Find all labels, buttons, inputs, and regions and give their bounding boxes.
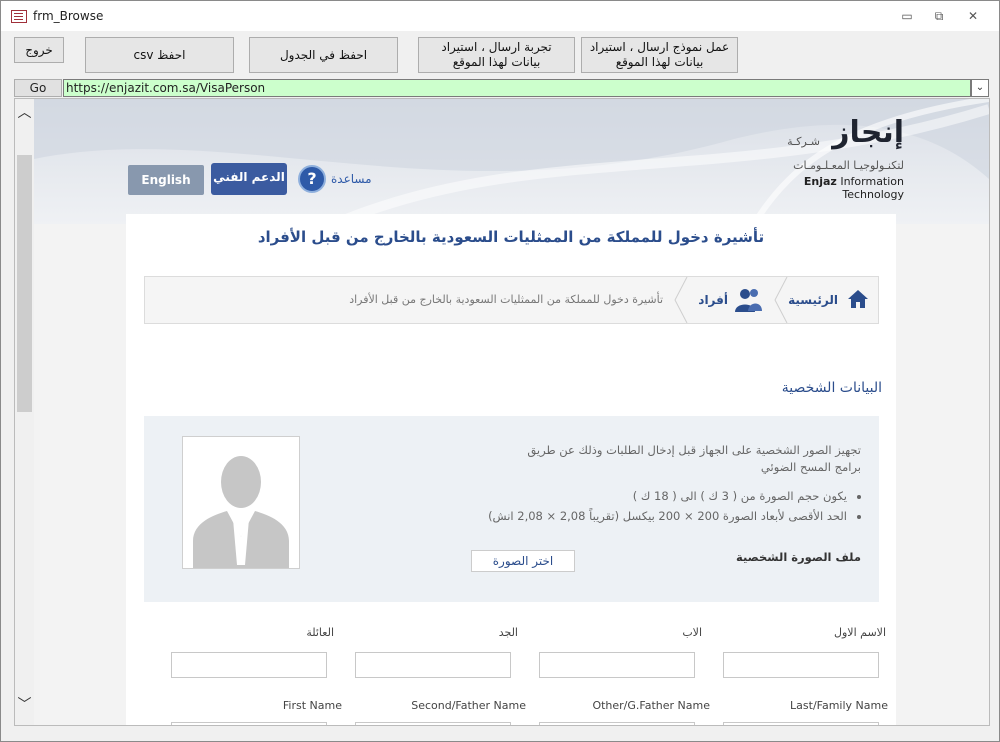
window-title: frm_Browse [33, 9, 104, 23]
close-icon[interactable]: ✕ [961, 7, 985, 25]
page-header: شـركـة إنجاز لتكنـولوجيـا المعـلـومـات E… [34, 99, 989, 224]
logo-english: Enjaz Information Technology [803, 175, 904, 201]
grandfather-name-ar-label: الجد [498, 626, 518, 639]
save-csv-button[interactable]: احفظ csv [85, 37, 234, 73]
grandfather-name-en-label: Other/G.Father Name [592, 699, 710, 712]
person-silhouette-icon [193, 456, 289, 568]
page-title: تأشيرة دخول للمملكة من الممثليات السعودي… [257, 228, 765, 246]
technical-support-button[interactable]: الدعم الفني [211, 163, 287, 195]
home-icon[interactable] [847, 288, 869, 310]
grandfather-name-en-field[interactable] [539, 722, 695, 725]
enjaz-logo[interactable]: شـركـة إنجاز لتكنـولوجيـا المعـلـومـات E… [754, 115, 904, 201]
avatar-placeholder [182, 436, 300, 569]
title-bar: frm_Browse ▭ ⧉ ✕ [1, 1, 999, 31]
first-name-ar-label: الاسم الاول [834, 626, 886, 639]
photo-file-label: ملف الصورة الشخصية [736, 550, 861, 564]
father-name-en-label: Second/Father Name [411, 699, 526, 712]
english-language-button[interactable]: English [128, 165, 204, 195]
exit-button[interactable]: خروج [14, 37, 64, 63]
chevron-down-icon[interactable]: ⌄ [971, 79, 989, 97]
web-page: شـركـة إنجاز لتكنـولوجيـا المعـلـومـات E… [34, 99, 989, 725]
first-name-ar-field[interactable] [723, 652, 879, 678]
photo-instructions: تجهيز الصور الشخصية على الجهاز قبل إدخال… [527, 443, 861, 474]
breadcrumb: الرئيسية أفراد تأشيرة دخول للمملكة من ال… [144, 276, 879, 324]
father-name-ar-field[interactable] [539, 652, 695, 678]
breadcrumb-home-link[interactable]: الرئيسية [788, 293, 838, 307]
restore-icon[interactable]: ⧉ [927, 7, 951, 25]
go-button[interactable]: Go [14, 79, 62, 97]
personal-data-heading: البيانات الشخصية [781, 380, 882, 396]
main-content: تأشيرة دخول للمملكة من الممثليات السعودي… [126, 214, 896, 725]
url-input[interactable]: https://enjazit.com.sa/VisaPerson [63, 79, 971, 97]
address-bar: Go https://enjazit.com.sa/VisaPerson ⌄ [1, 79, 999, 97]
help-icon[interactable]: ? [298, 165, 326, 193]
breadcrumb-separator-icon [774, 277, 788, 323]
help-link[interactable]: مساعدة [331, 172, 372, 186]
test-send-button[interactable]: تجربة ارسال ، استيراد بيانات لهذا الموقع [418, 37, 575, 73]
father-name-en-field[interactable] [355, 722, 511, 725]
choose-photo-button[interactable]: اختر الصورة [471, 550, 575, 572]
app-window: frm_Browse ▭ ⧉ ✕ خروج احفظ csv احفظ في ا… [0, 0, 1000, 742]
breadcrumb-separator-icon [674, 277, 688, 323]
last-name-en-label: Last/Family Name [790, 699, 888, 712]
list-item: الحد الأقصى لأبعاد الصورة 200 × 200 بيكس… [447, 506, 847, 526]
family-name-ar-field[interactable] [171, 652, 327, 678]
logo-subtitle: لتكنـولوجيـا المعـلـومـات [793, 159, 904, 172]
first-name-en-field[interactable] [171, 722, 327, 725]
scroll-up-icon[interactable]: ︿ [15, 103, 34, 123]
family-name-ar-label: العائلة [306, 626, 334, 639]
breadcrumb-current: تأشيرة دخول للمملكة من الممثليات السعودي… [349, 293, 663, 306]
scroll-down-icon[interactable]: ﹀ [15, 695, 34, 715]
create-model-button[interactable]: عمل نموذج ارسال ، استيراد بيانات لهذا ال… [581, 37, 738, 73]
individuals-icon [735, 289, 762, 312]
logo-arabic-text: إنجاز [832, 115, 904, 150]
last-name-en-field[interactable] [723, 722, 879, 725]
grandfather-name-ar-field[interactable] [355, 652, 511, 678]
breadcrumb-individuals-link[interactable]: أفراد [698, 293, 728, 307]
photo-upload-panel: تجهيز الصور الشخصية على الجهاز قبل إدخال… [144, 416, 879, 602]
save-to-table-button[interactable]: احفظ في الجدول [249, 37, 398, 73]
form-icon [11, 10, 27, 23]
toolbar: خروج احفظ csv احفظ في الجدول تجربة ارسال… [1, 31, 999, 79]
father-name-ar-label: الاب [682, 626, 702, 639]
logo-company-text: شـركـة [787, 135, 820, 148]
list-item: يكون حجم الصورة من ( 3 ك ) الى ( 18 ك ) [447, 486, 847, 506]
vertical-scrollbar[interactable]: ︿ ﹀ [15, 99, 34, 725]
minimize-icon[interactable]: ▭ [895, 7, 919, 25]
scroll-thumb[interactable] [17, 155, 32, 412]
first-name-en-label: First Name [282, 699, 342, 712]
web-browser: ︿ ﹀ شـركـة إنجاز لتكنـولوجيـا المعـلـومـ… [14, 98, 990, 726]
photo-requirements-list: يكون حجم الصورة من ( 3 ك ) الى ( 18 ك ) … [447, 486, 861, 526]
